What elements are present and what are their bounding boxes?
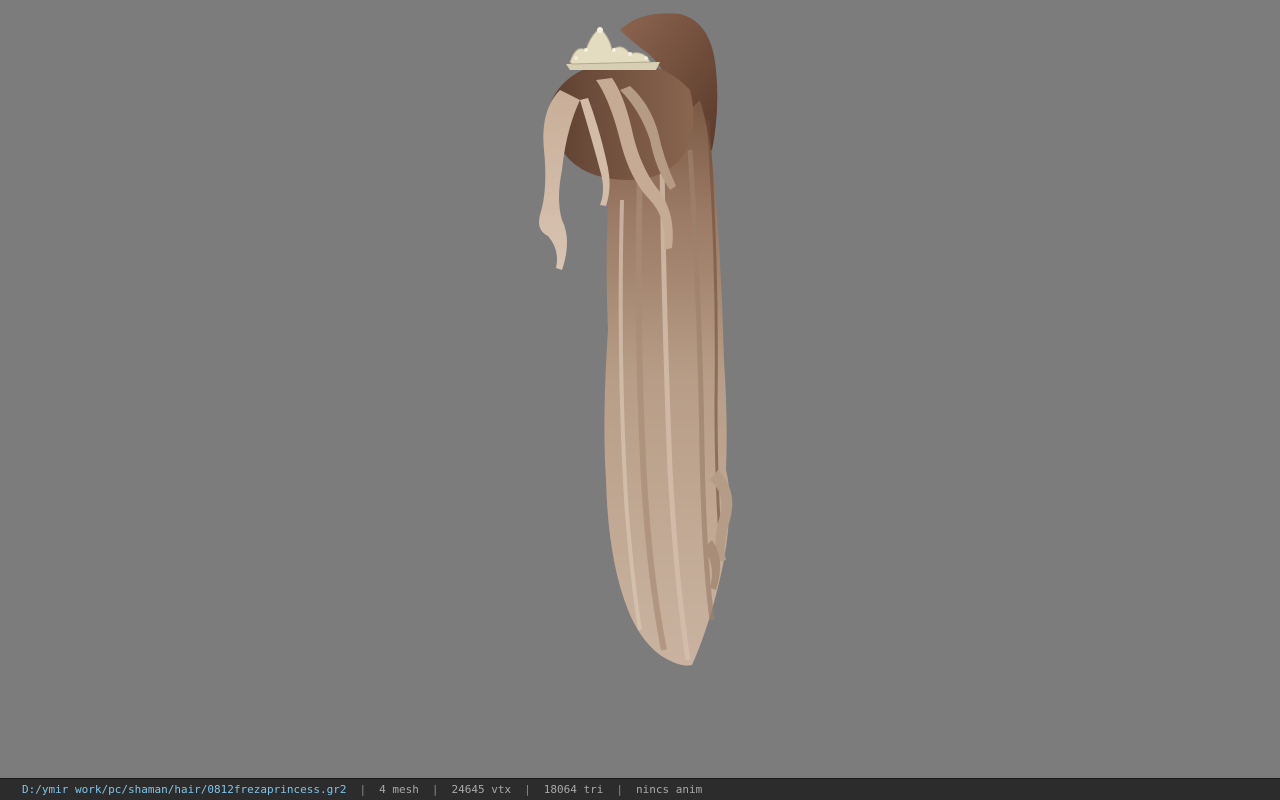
file-path-label: D:/ymir work/pc/shaman/hair/0812frezapri… [22, 783, 347, 796]
status-bar: D:/ymir work/pc/shaman/hair/0812frezapri… [0, 778, 1280, 800]
animation-status-label: nincs anim [635, 783, 703, 796]
mesh-count-label: 4 mesh [379, 783, 419, 796]
vertex-count-label: 24645 vtx [451, 783, 512, 796]
separator: | [359, 783, 367, 796]
separator: | [431, 783, 439, 796]
triangle-count-label: 18064 tri [543, 783, 604, 796]
3d-viewport[interactable] [0, 0, 1280, 778]
hair-model-render[interactable] [0, 0, 1280, 778]
separator: | [524, 783, 531, 796]
separator: | [616, 783, 623, 796]
